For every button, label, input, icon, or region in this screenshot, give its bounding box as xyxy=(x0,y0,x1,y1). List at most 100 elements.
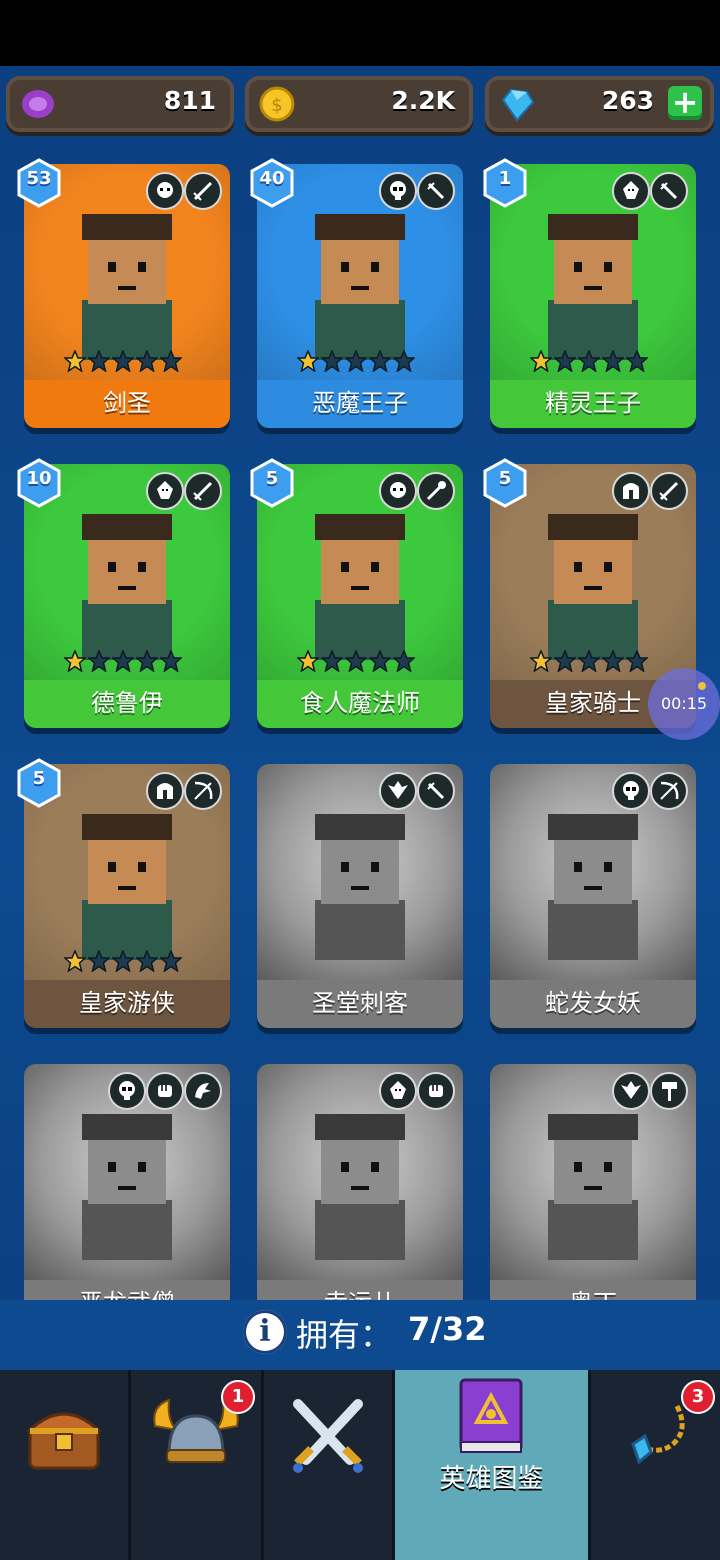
hero-figure xyxy=(548,1114,638,1260)
fist-icon xyxy=(429,1085,443,1097)
star-empty-icon xyxy=(392,349,416,373)
hero-card[interactable]: 奥丁 xyxy=(490,1064,696,1328)
hero-trait-badge xyxy=(417,772,455,810)
star-rating xyxy=(63,349,184,376)
hero-card[interactable]: 圣堂刺客 xyxy=(257,764,463,1028)
tab-equipment[interactable]: 3 xyxy=(591,1370,720,1560)
elf-face-icon xyxy=(157,481,173,499)
hero-level-badge: 5 xyxy=(16,758,62,808)
hero-trait-badge xyxy=(379,1072,417,1110)
hero-name: 剑圣 xyxy=(24,380,230,428)
status-bar-area xyxy=(0,0,720,66)
hero-figure xyxy=(315,1114,405,1260)
sword-icon xyxy=(193,481,213,501)
star-empty-icon xyxy=(159,649,183,673)
staff-icon xyxy=(426,481,446,501)
bow-icon xyxy=(194,781,213,800)
hero-trait-badge xyxy=(650,1072,688,1110)
gold-value: 2.2K xyxy=(391,86,455,115)
hero-level-text: 5 xyxy=(265,468,279,489)
hero-card[interactable]: 恶魔王子 40 xyxy=(250,158,463,428)
heroes-notification-badge: 1 xyxy=(221,1380,255,1414)
star-empty-icon xyxy=(159,949,183,973)
svg-text:$: $ xyxy=(271,95,282,116)
hero-card[interactable]: 精灵王子 1 xyxy=(483,158,696,428)
hero-trait-badge xyxy=(108,1072,146,1110)
hero-level-badge: 5 xyxy=(249,458,295,508)
hammer-icon xyxy=(662,1082,677,1101)
hero-level-text: 1 xyxy=(498,168,512,189)
tab-shop[interactable] xyxy=(0,1370,131,1560)
star-empty-icon xyxy=(159,349,183,373)
star-empty-icon xyxy=(111,349,135,373)
hero-book-icon xyxy=(459,1378,523,1453)
hero-card[interactable]: 德鲁伊 10 xyxy=(17,458,230,728)
star-empty-icon xyxy=(577,649,601,673)
gem-value: 263 xyxy=(601,86,654,115)
star-filled-icon xyxy=(63,649,87,673)
star-rating xyxy=(63,649,184,676)
tab-hero-collection[interactable]: 英雄图鉴 xyxy=(395,1370,591,1560)
star-filled-icon xyxy=(296,649,320,673)
gold-currency: $ 2.2K xyxy=(245,76,473,132)
skull-icon xyxy=(119,1081,135,1100)
hero-name: 食人魔法师 xyxy=(257,680,463,728)
hero-card[interactable]: 恶龙武僧 xyxy=(24,1064,230,1328)
helmet-icon xyxy=(623,483,639,499)
hero-card[interactable]: 幸运儿 xyxy=(257,1064,463,1328)
winged-emblem-icon xyxy=(388,781,408,799)
star-empty-icon xyxy=(87,349,111,373)
hero-figure xyxy=(82,814,172,960)
star-empty-icon xyxy=(111,949,135,973)
tab-battle[interactable] xyxy=(264,1370,395,1560)
hero-trait-badge xyxy=(379,472,417,510)
hero-level-text: 5 xyxy=(32,768,46,789)
owned-label: 拥有： xyxy=(296,1316,393,1354)
star-empty-icon xyxy=(577,349,601,373)
star-empty-icon xyxy=(87,649,111,673)
blue-gem-icon xyxy=(501,88,535,122)
hero-figure xyxy=(315,514,405,660)
star-filled-icon xyxy=(296,349,320,373)
star-filled-icon xyxy=(529,649,553,673)
hero-card[interactable]: 剑圣 53 xyxy=(17,158,230,428)
hero-figure xyxy=(82,514,172,660)
hero-trait-badge xyxy=(612,172,650,210)
hero-name: 蛇发女妖 xyxy=(490,980,696,1028)
hero-name: 皇家游侠 xyxy=(24,980,230,1028)
gem-currency: 263 + xyxy=(485,76,714,132)
timer-text: 00:15 xyxy=(660,694,708,713)
star-filled-icon xyxy=(529,349,553,373)
hero-trait-badge xyxy=(612,1072,650,1110)
hero-card[interactable]: 蛇发女妖 xyxy=(490,764,696,1028)
hero-trait-badge xyxy=(146,772,184,810)
hero-trait-badge xyxy=(146,472,184,510)
star-empty-icon xyxy=(344,649,368,673)
hero-level-badge: 53 xyxy=(16,158,62,208)
dagger-icon xyxy=(427,782,445,800)
hero-trait-badge xyxy=(612,472,650,510)
hero-level-text: 53 xyxy=(26,168,52,189)
timer-overlay[interactable]: 00:15 xyxy=(648,668,720,740)
owned-count: 7/32 xyxy=(408,1310,487,1348)
sword-icon xyxy=(193,181,213,201)
hero-trait-badge xyxy=(184,472,222,510)
hero-figure xyxy=(548,814,638,960)
hero-figure xyxy=(82,1114,172,1260)
hero-card[interactable]: 皇家游侠 5 xyxy=(17,758,230,1028)
elf-face-icon xyxy=(390,1081,406,1099)
hero-trait-badge xyxy=(146,1072,184,1110)
hero-trait-badge xyxy=(417,172,455,210)
star-filled-icon xyxy=(63,949,87,973)
info-icon[interactable]: i xyxy=(243,1310,287,1354)
tab-heroes[interactable]: 1 xyxy=(131,1370,264,1560)
star-empty-icon xyxy=(368,649,392,673)
hero-card[interactable]: 食人魔法师 5 xyxy=(250,458,463,728)
add-gems-button[interactable]: + xyxy=(668,86,702,120)
star-empty-icon xyxy=(135,949,159,973)
star-filled-icon xyxy=(63,349,87,373)
skull-icon xyxy=(390,181,406,200)
hero-level-badge: 1 xyxy=(482,158,528,208)
bottom-nav: 1 英雄图鉴 3 xyxy=(0,1370,720,1560)
hero-name: 精灵王子 xyxy=(490,380,696,428)
